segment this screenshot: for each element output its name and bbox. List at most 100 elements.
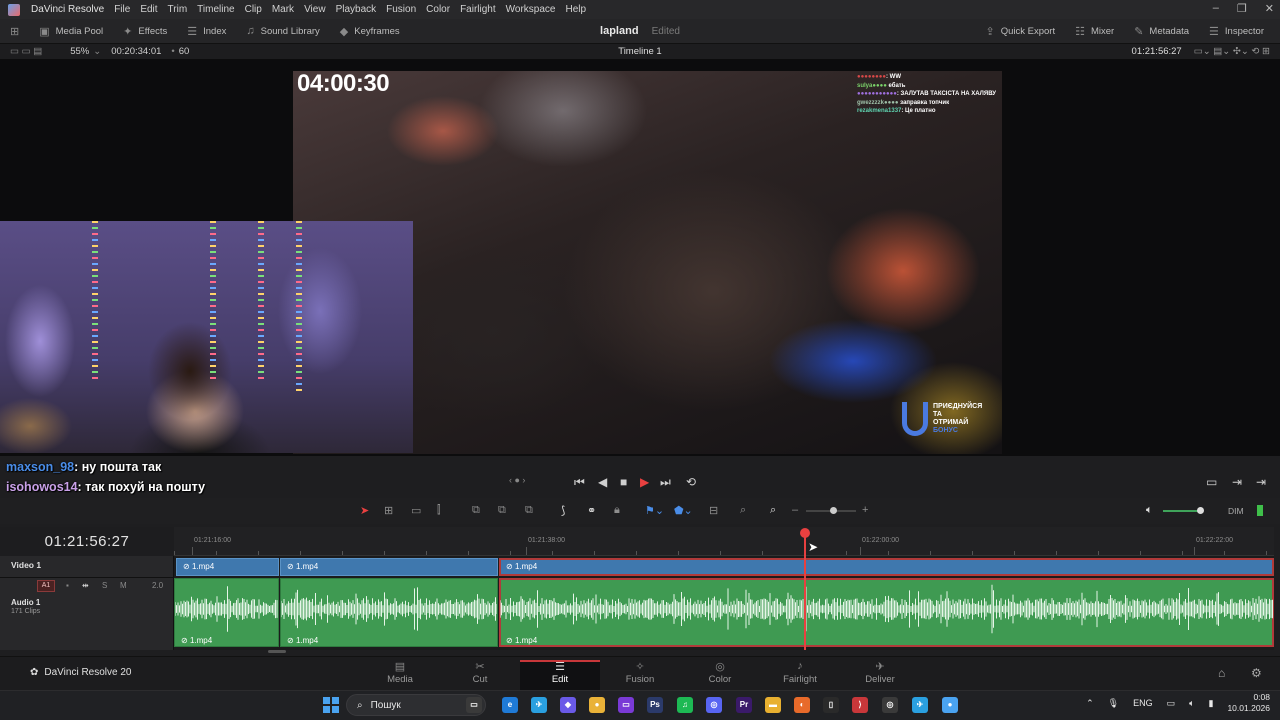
menu-fairlight[interactable]: Fairlight	[455, 4, 501, 15]
audio-clip[interactable]: ⊘ 1.mp4	[499, 578, 1274, 647]
marker-icon[interactable]: ⬟⌄	[674, 504, 693, 517]
dim-button[interactable]: DIM	[1228, 506, 1244, 516]
menu-color[interactable]: Color	[421, 4, 455, 15]
page-cut[interactable]: ✂ Cut	[440, 660, 520, 691]
timeline-tracks[interactable]: ⊘ 1.mp4 ⊘ 1.mp4 ⊘ 1.mp4 ⊘ 1.mp4 ⊘ 1.mp4 …	[174, 556, 1274, 650]
menu-playback[interactable]: Playback	[331, 4, 382, 15]
blade-tool-icon[interactable]: ⫿	[437, 504, 441, 517]
go-to-start-icon[interactable]: ⏮	[574, 475, 585, 490]
flag-icon[interactable]: ⚑⌄	[645, 504, 664, 517]
volume-slider[interactable]	[1163, 510, 1201, 512]
volume-tray-icon[interactable]: 🔈︎	[1189, 698, 1194, 709]
audio-clip[interactable]: ⊘ 1.mp4	[174, 578, 279, 647]
video-clip[interactable]: ⊘ 1.mp4	[280, 558, 498, 576]
dynamic-trim-icon[interactable]: ▭	[411, 504, 421, 517]
menu-edit[interactable]: Edit	[135, 4, 162, 15]
layout-icon[interactable]: ▭ ▭ ▤	[10, 46, 42, 57]
stop-icon[interactable]: ■	[620, 475, 627, 489]
twitch-icon[interactable]: ▭	[618, 697, 634, 713]
zoom-detail-icon[interactable]: ⌕	[740, 504, 746, 517]
zoom-in-icon[interactable]: +	[862, 504, 868, 516]
taskbar-search[interactable]: ⌕ Пошук	[346, 694, 486, 716]
chevron-down-icon[interactable]: ⌄	[93, 46, 101, 57]
menu-help[interactable]: Help	[560, 4, 591, 15]
next-frame-icon[interactable]: ⇥	[1232, 475, 1242, 489]
jog-icon[interactable]: ‹ ● ›	[509, 475, 525, 485]
audio-clip[interactable]: ⊘ 1.mp4	[280, 578, 498, 647]
task-view-icon[interactable]: ▭	[466, 697, 482, 713]
menu-fusion[interactable]: Fusion	[381, 4, 421, 15]
battery-icon[interactable]: ▮	[1209, 698, 1214, 709]
file-explorer-icon[interactable]: ▬	[765, 697, 781, 713]
menu-timeline[interactable]: Timeline	[192, 4, 239, 15]
playhead[interactable]	[804, 530, 806, 650]
menu-file[interactable]: File	[109, 4, 135, 15]
page-fusion[interactable]: ✧ Fusion	[600, 660, 680, 691]
premiere-icon[interactable]: Pr	[736, 697, 752, 713]
go-to-end-icon[interactable]: ⏭	[660, 475, 671, 490]
photoshop-icon[interactable]: Ps	[647, 697, 663, 713]
page-deliver[interactable]: ✈ Deliver	[840, 660, 920, 691]
chrome-2-icon[interactable]: ●	[942, 697, 958, 713]
sound-library-button[interactable]: ♫ Sound Library	[236, 19, 329, 44]
lock-icon[interactable]: 🔒︎	[614, 504, 620, 517]
zoom-custom-icon[interactable]: ⌕	[770, 504, 776, 517]
chevron-up-icon[interactable]: ⌃	[1086, 698, 1094, 709]
inspector-button[interactable]: ☰ Inspector	[1199, 19, 1274, 44]
resolve-taskbar-icon[interactable]: ⟩	[852, 697, 868, 713]
solo-button[interactable]: S	[102, 581, 107, 590]
effects-button[interactable]: ✦ Effects	[113, 19, 177, 44]
video-clip[interactable]: ⊘ 1.mp4	[499, 558, 1274, 576]
zoom-full-icon[interactable]: ⊟	[709, 504, 718, 517]
quick-export-button[interactable]: ⇪ Quick Export	[975, 19, 1065, 44]
video-clip[interactable]: ⊘ 1.mp4	[176, 558, 279, 576]
home-icon[interactable]: ⌂	[1218, 666, 1225, 680]
menu-trim[interactable]: Trim	[163, 4, 193, 15]
index-button[interactable]: ☰ Index	[177, 19, 236, 44]
loop-icon[interactable]: ⟲	[686, 475, 696, 489]
spotify-icon[interactable]: ♫	[677, 697, 693, 713]
edge-icon[interactable]: e	[502, 697, 518, 713]
chrome-icon[interactable]: ●	[589, 697, 605, 713]
mute-button[interactable]: M	[120, 581, 127, 590]
playhead-handle[interactable]	[800, 528, 810, 538]
media-pool-button[interactable]: ▣ Media Pool	[29, 19, 113, 44]
zoom-out-icon[interactable]: –	[792, 504, 798, 516]
page-fairlight[interactable]: ♪ Fairlight	[760, 660, 840, 691]
replace-clip-icon[interactable]: ⧉	[525, 504, 533, 517]
linked-selection-icon[interactable]: ⚭	[587, 504, 596, 517]
close-icon[interactable]: ✕	[1265, 2, 1274, 15]
obs-icon[interactable]: ◎	[882, 697, 898, 713]
telegram-2-icon[interactable]: ✈	[912, 697, 928, 713]
language-indicator[interactable]: ENG	[1133, 698, 1153, 708]
firefox-icon[interactable]: ◐	[794, 697, 810, 713]
play-reverse-icon[interactable]: ◀	[598, 475, 607, 489]
timeline-ruler[interactable]: 01:21:16:00 01:21:38:00 01:22:00:00 01:22:2…	[174, 527, 1274, 556]
lock-icon[interactable]: ▪	[66, 581, 69, 590]
menu-workspace[interactable]: Workspace	[501, 4, 561, 15]
minimize-icon[interactable]: –	[1213, 2, 1219, 15]
keyframes-button[interactable]: ◆ Keyframes	[330, 19, 410, 44]
mixer-button[interactable]: ☷ Mixer	[1065, 19, 1124, 44]
windows-start-icon[interactable]	[323, 697, 339, 713]
panel-toggle-icon[interactable]: ⊞	[0, 19, 29, 44]
timeline-scrollbar[interactable]	[268, 650, 286, 653]
copilot-icon[interactable]: ◆	[560, 697, 576, 713]
page-media[interactable]: ▤ Media	[360, 660, 440, 691]
metadata-button[interactable]: ✎ Metadata	[1124, 19, 1199, 44]
viewer-zoom[interactable]: 55%	[70, 46, 89, 57]
microphone-icon[interactable]: 🎙︎	[1108, 698, 1119, 709]
menu-mark[interactable]: Mark	[267, 4, 299, 15]
viewer-options-icon[interactable]: ▭⌄ ▤⌄ ✣⌄ ⟲ ⊞	[1194, 46, 1270, 57]
snapping-icon[interactable]: ⟆	[561, 504, 565, 517]
fullscreen-icon[interactable]: ▭	[1206, 475, 1217, 489]
play-icon[interactable]: ▶	[640, 475, 649, 489]
volume-icon[interactable]: 🔈︎	[1146, 504, 1153, 517]
maximize-icon[interactable]: ❐	[1237, 2, 1247, 15]
page-edit[interactable]: ☰ Edit	[520, 660, 600, 691]
menu-view[interactable]: View	[299, 4, 331, 15]
page-color[interactable]: ◎ Color	[680, 660, 760, 691]
settings-icon[interactable]: ⚙	[1251, 666, 1262, 680]
last-frame-icon[interactable]: ⇥	[1256, 475, 1266, 489]
trim-tool-icon[interactable]: ⊞	[384, 504, 393, 517]
